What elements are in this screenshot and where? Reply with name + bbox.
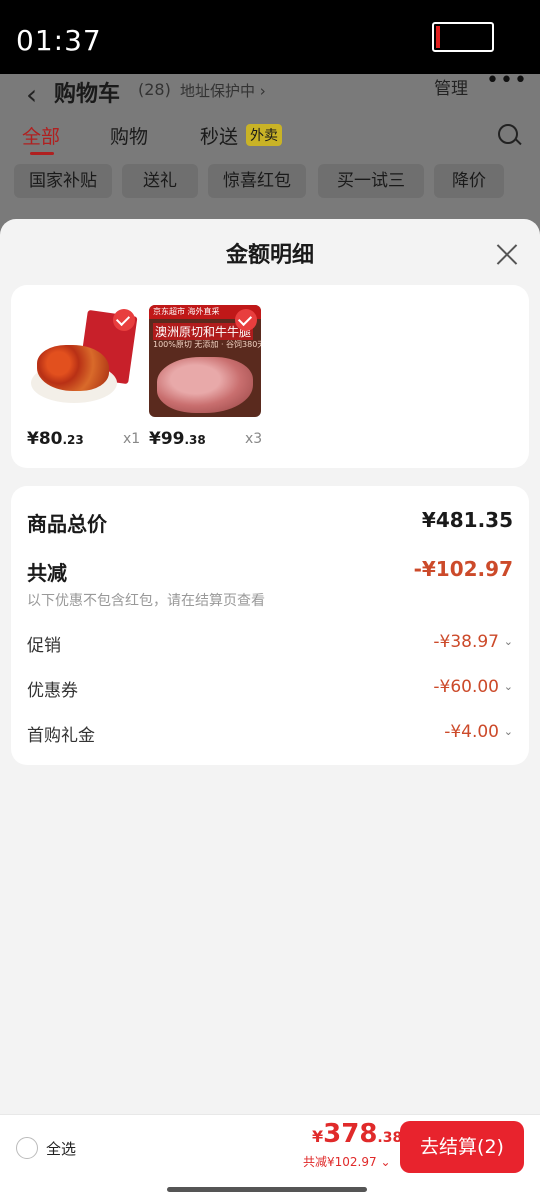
- chip-subsidy: 国家补贴: [14, 164, 112, 198]
- tab-shopping: 购物: [110, 126, 149, 148]
- cart-count: (28): [138, 80, 171, 99]
- reduction-label: 共减: [27, 561, 67, 585]
- cart-header: ‹ 购物车 (28) 地址保护中 › 管理 •••: [0, 68, 540, 118]
- food-shape: [37, 345, 109, 391]
- chevron-down-icon[interactable]: ⌄: [504, 725, 513, 738]
- tab-underline: [30, 152, 54, 155]
- product-quantity: x3: [245, 431, 263, 447]
- more-icon: •••: [486, 68, 528, 93]
- product-image: 京东超市 海外直采 澳洲原切和牛牛腿 100%原切 无添加 · 谷饲380天 ·…: [149, 305, 261, 417]
- product-price: ¥80.23: [27, 429, 84, 449]
- image-text-top: 京东超市 海外直采: [153, 307, 220, 316]
- discount-row-first-purchase[interactable]: 首购礼金 -¥4.00 ⌄: [27, 721, 513, 746]
- tab-all: 全部: [22, 126, 61, 148]
- total-label: 商品总价: [27, 512, 107, 536]
- product-card: ¥80.23 x1 京东超市 海外直采 澳洲原切和牛牛腿 100%原切 无添加 …: [11, 285, 529, 468]
- select-all-radio[interactable]: [16, 1137, 38, 1159]
- chevron-down-icon[interactable]: ⌄: [504, 635, 513, 648]
- status-bar: 01:37: [0, 0, 540, 74]
- select-all-label[interactable]: 全选: [46, 1138, 76, 1159]
- product-price: ¥99.38: [149, 429, 206, 449]
- total-integer: 378: [323, 1119, 378, 1149]
- checked-icon: [113, 309, 135, 331]
- tab-delivery: 秒送: [200, 126, 239, 148]
- battery-level: [436, 26, 440, 48]
- price-summary-card: 商品总价 ¥481.35 共减 -¥102.97 以下优惠不包含红包，请在结算页…: [11, 486, 529, 765]
- currency-symbol: ¥: [312, 1127, 324, 1146]
- product-quantity: x1: [123, 431, 141, 447]
- chip-price-drop: 降价: [434, 164, 504, 198]
- chip-gift: 送礼: [122, 164, 198, 198]
- discount-row-coupon[interactable]: 优惠券 -¥60.00 ⌄: [27, 676, 513, 701]
- total-value: ¥481.35: [421, 508, 513, 532]
- image-text-sub: 100%原切 无添加 · 谷饲380天 · 肉质鲜嫩: [153, 340, 261, 349]
- checkout-bar: 全选 ¥378.38 共减¥102.97 ⌄ 去结算(2): [0, 1114, 540, 1200]
- product-item[interactable]: 京东超市 海外直采 澳洲原切和牛牛腿 100%原切 无添加 · 谷饲380天 ·…: [149, 305, 265, 455]
- battery-icon: [432, 22, 494, 52]
- chip-redpacket: 惊喜红包: [208, 164, 306, 198]
- product-item[interactable]: ¥80.23 x1: [27, 305, 143, 455]
- manage-button: 管理: [434, 79, 468, 99]
- amount-detail-sheet: 金额明细 ¥80.23 x1 京东超市 海外直采 澳洲原切和牛牛腿 100%原切…: [0, 219, 540, 1114]
- cart-page-background: ‹ 购物车 (28) 地址保护中 › 管理 ••• 全部 购物 秒送 外卖 国家…: [0, 68, 540, 234]
- discount-value: -¥38.97: [433, 632, 499, 652]
- takeout-badge: 外卖: [246, 124, 282, 146]
- discount-label: 首购礼金: [27, 726, 95, 746]
- status-time: 01:37: [16, 24, 102, 57]
- discount-label: 促销: [27, 636, 61, 656]
- checkout-button[interactable]: 去结算(2): [400, 1121, 524, 1173]
- discount-note: 以下优惠不包含红包，请在结算页查看: [27, 593, 265, 609]
- discount-row-promotion[interactable]: 促销 -¥38.97 ⌄: [27, 631, 513, 656]
- chip-trial: 买一试三: [318, 164, 424, 198]
- cart-title: 购物车: [54, 82, 121, 107]
- chevron-down-icon[interactable]: ⌄: [504, 680, 513, 693]
- saved-amount-toggle[interactable]: 共减¥102.97 ⌄: [303, 1153, 391, 1170]
- discount-value: -¥60.00: [433, 677, 499, 697]
- home-indicator: [167, 1187, 367, 1192]
- total-price: ¥378.38: [312, 1119, 402, 1149]
- back-arrow-icon: ‹: [26, 78, 38, 111]
- address-protection-link: 地址保护中 ›: [180, 82, 266, 100]
- sheet-title: 金额明细: [225, 243, 314, 268]
- close-icon[interactable]: [492, 239, 522, 269]
- checked-icon: [235, 309, 257, 331]
- reduction-value: -¥102.97: [413, 557, 513, 581]
- discount-label: 优惠券: [27, 681, 78, 701]
- total-decimal: .38: [377, 1130, 403, 1146]
- discount-value: -¥4.00: [444, 722, 499, 742]
- filter-chips: 国家补贴 送礼 惊喜红包 买一试三 降价: [0, 164, 540, 204]
- search-icon: [498, 124, 518, 144]
- meat-shape: [157, 357, 253, 413]
- product-image: [27, 305, 139, 417]
